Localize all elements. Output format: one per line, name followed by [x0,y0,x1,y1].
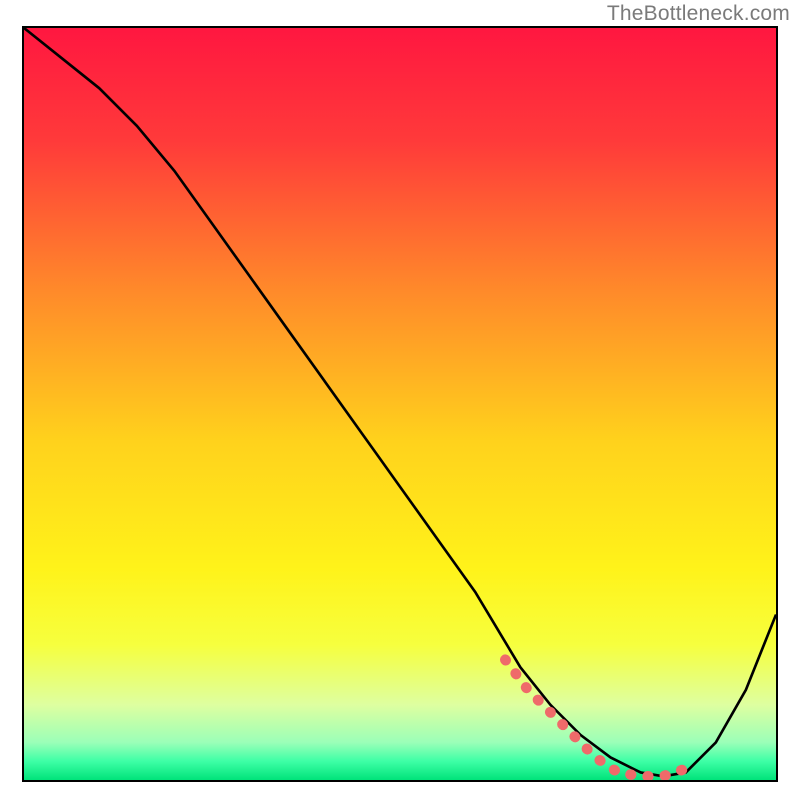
attribution-label: TheBottleneck.com [607,2,790,26]
chart-container: { "attribution": "TheBottleneck.com", "c… [0,0,800,800]
optimal-zone-line [505,660,685,777]
curve-layer [24,28,776,780]
plot-area [22,26,778,782]
bottleneck-curve-line [24,28,776,776]
